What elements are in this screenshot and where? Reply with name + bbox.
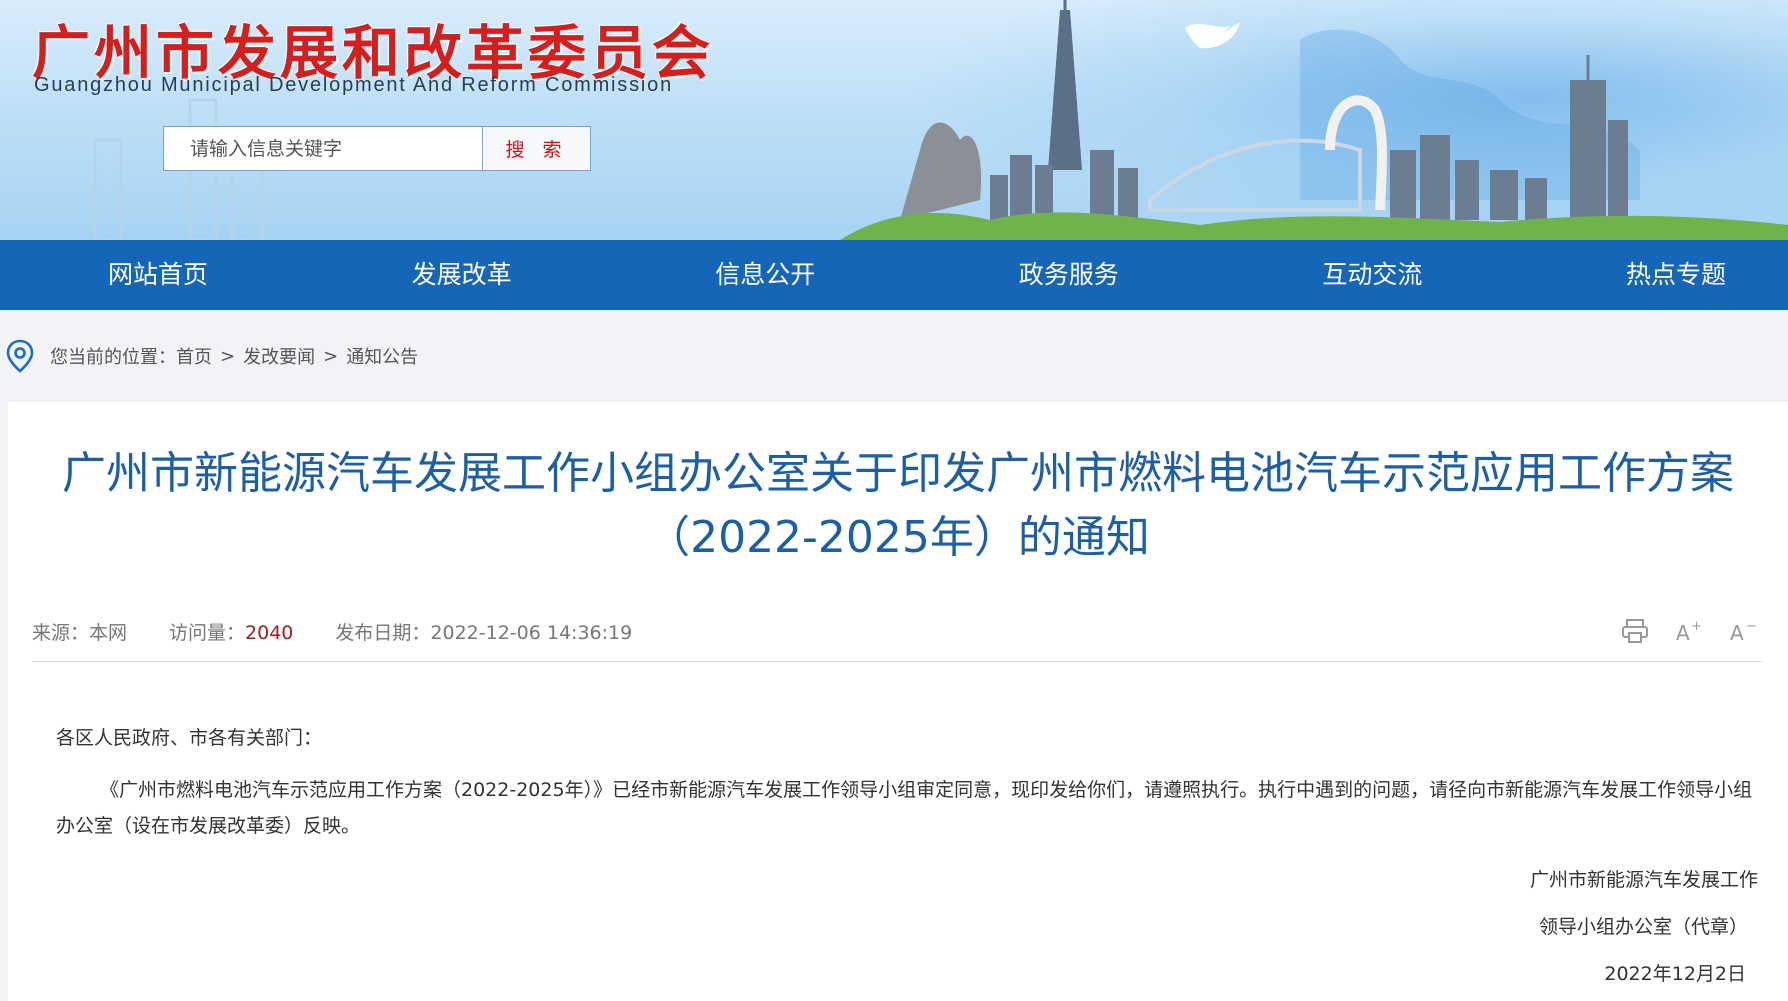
search-button[interactable]: 搜 索: [482, 127, 590, 170]
signature-line-1: 广州市新能源汽车发展工作: [1529, 869, 1758, 891]
breadcrumb: 您当前的位置： 首页 > 发改要闻 > 通知公告: [0, 310, 1788, 402]
nav-item-interaction[interactable]: 互动交流: [1320, 240, 1424, 310]
article-title: 广州市新能源汽车发展工作小组办公室关于印发广州市燃料电池汽车示范应用工作方案 （…: [8, 402, 1788, 570]
search-input[interactable]: [164, 127, 482, 170]
breadcrumb-news[interactable]: 发改要闻: [243, 343, 315, 369]
site-subtitle: Guangzhou Municipal Development And Refo…: [34, 74, 673, 96]
article-title-line2: （2022-2025年）的通知: [646, 512, 1150, 563]
signature-line-2: 领导小组办公室（代章）: [1538, 916, 1748, 938]
svg-text:A: A: [1676, 621, 1690, 644]
header-banner: 广州市发展和改革委员会 Guangzhou Municipal Developm…: [0, 0, 1788, 240]
font-increase-icon[interactable]: A +: [1674, 618, 1704, 644]
signature-date: 2022年12月2日: [1604, 963, 1746, 985]
nav-item-home[interactable]: 网站首页: [106, 240, 210, 310]
breadcrumb-separator: >: [323, 345, 339, 367]
print-icon[interactable]: [1620, 618, 1650, 644]
article-greeting: 各区人民政府、市各有关部门：: [56, 727, 323, 749]
article-paragraph: 《广州市燃料电池汽车示范应用工作方案（2022-2025年）》已经市新能源汽车发…: [56, 779, 1753, 837]
location-pin-icon: [6, 339, 34, 373]
search-bar: 搜 索: [163, 126, 591, 171]
main-nav: 网站首页 发展改革 信息公开 政务服务 互动交流 热点专题: [0, 240, 1788, 310]
article-meta: 来源：本网 访问量：2040 发布日期：2022-12-06 14:36:19 …: [32, 618, 1762, 662]
nav-item-hot-topics[interactable]: 热点专题: [1624, 240, 1728, 310]
meta-date: 发布日期：2022-12-06 14:36:19: [335, 622, 633, 644]
svg-text:A: A: [1730, 621, 1744, 644]
svg-text:+: +: [1691, 619, 1702, 634]
article-title-line1: 广州市新能源汽车发展工作小组办公室关于印发广州市燃料电池汽车示范应用工作方案: [62, 448, 1734, 499]
breadcrumb-notices[interactable]: 通知公告: [346, 343, 418, 369]
nav-item-info-disclosure[interactable]: 信息公开: [713, 240, 817, 310]
breadcrumb-home[interactable]: 首页: [176, 343, 212, 369]
meta-views: 访问量：2040: [169, 622, 294, 644]
meta-source: 来源：本网: [32, 622, 128, 644]
article-tools: A + A −: [1620, 618, 1758, 644]
nav-item-gov-services[interactable]: 政务服务: [1017, 240, 1121, 310]
views-count: 2040: [245, 622, 294, 644]
svg-text:−: −: [1746, 619, 1757, 634]
breadcrumb-separator: >: [220, 345, 236, 367]
article-body: 各区人民政府、市各有关部门： 《广州市燃料电池汽车示范应用工作方案（2022-2…: [56, 720, 1756, 860]
nav-item-development-reform[interactable]: 发展改革: [410, 240, 514, 310]
font-decrease-icon[interactable]: A −: [1728, 618, 1758, 644]
breadcrumb-prefix: 您当前的位置：: [50, 347, 176, 368]
article-panel: 广州市新能源汽车发展工作小组办公室关于印发广州市燃料电池汽车示范应用工作方案 （…: [8, 402, 1788, 1001]
